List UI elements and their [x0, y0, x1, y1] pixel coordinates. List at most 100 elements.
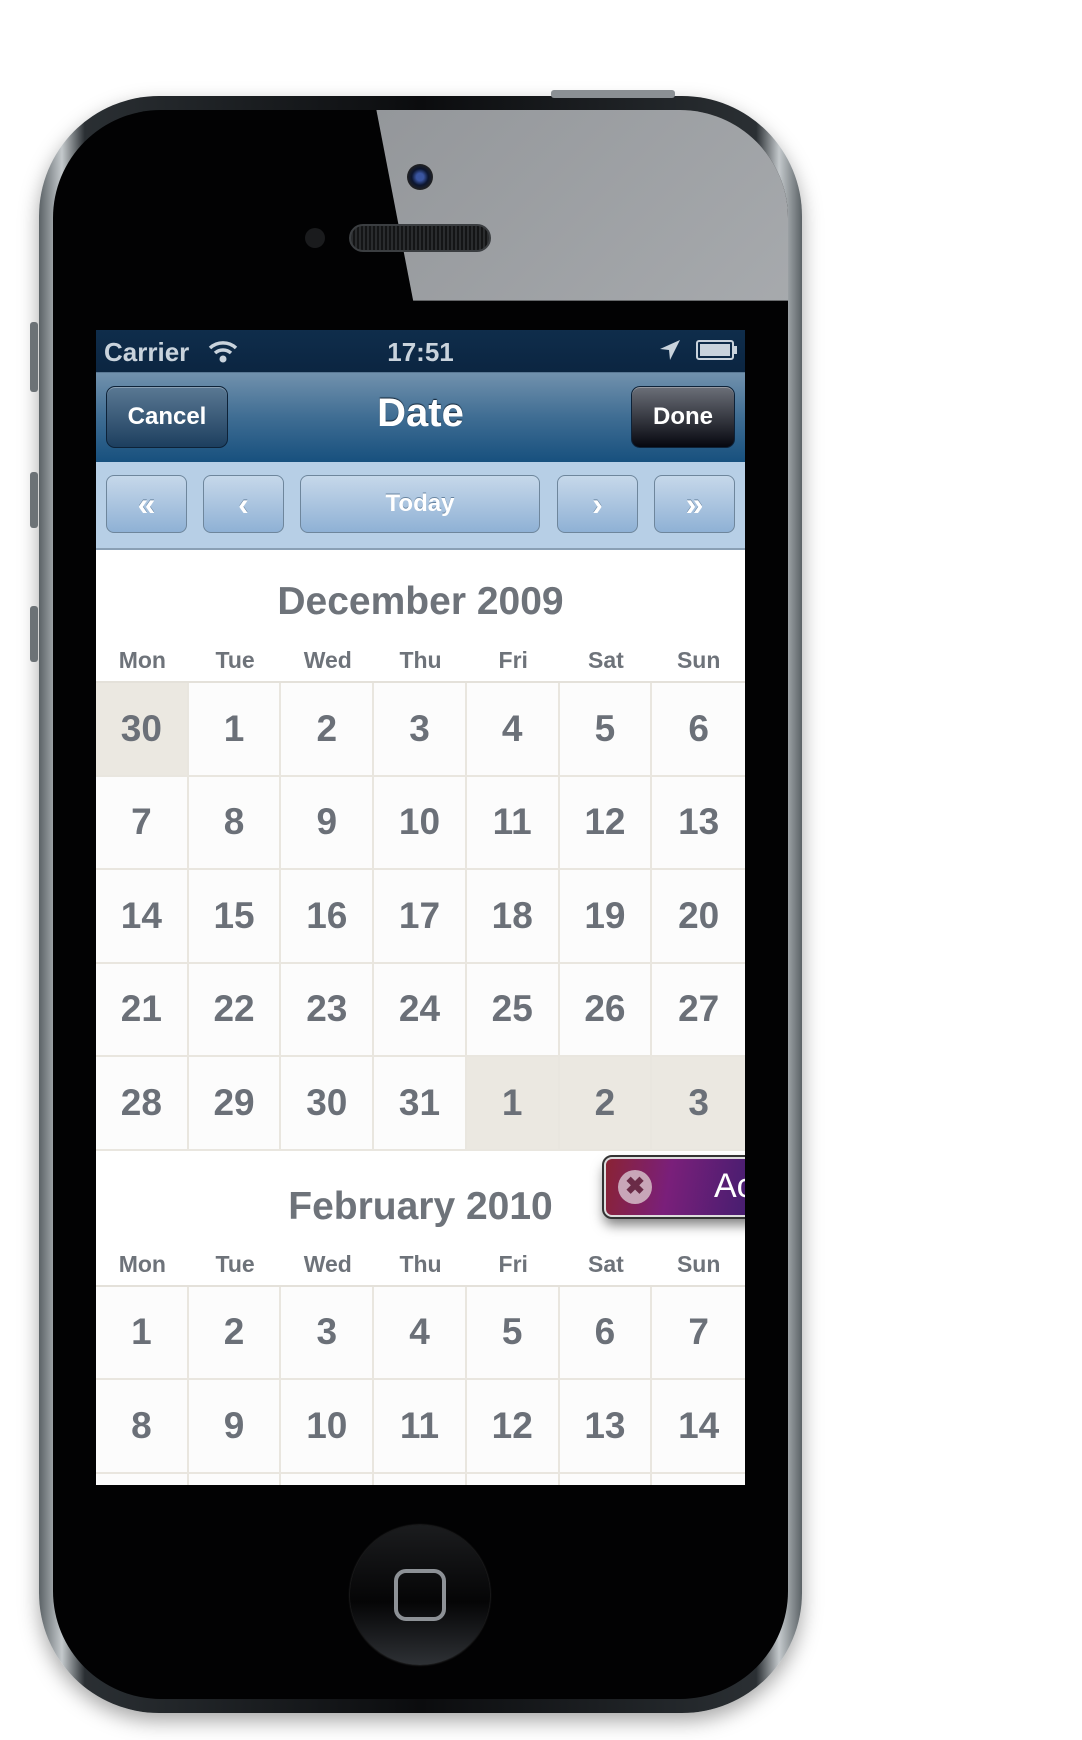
day-cell[interactable]: 1 — [96, 1286, 189, 1380]
weekday-label: Tue — [215, 647, 255, 673]
day-cell[interactable]: 3 — [281, 1286, 375, 1380]
mute-switch — [30, 322, 38, 392]
day-cell[interactable] — [374, 1473, 467, 1485]
weekday-label: Sat — [588, 647, 624, 673]
weekday-label: Mon — [118, 647, 166, 673]
weekday-label: Mon — [118, 1250, 166, 1277]
day-cell[interactable]: 14 — [96, 870, 189, 964]
day-cell[interactable]: 12 — [466, 1380, 560, 1474]
weekday-label: Wed — [303, 647, 352, 673]
day-cell[interactable] — [559, 1473, 653, 1485]
sleep-button — [551, 90, 675, 98]
day-cell[interactable]: 6 — [652, 683, 745, 777]
weekday-label: Thu — [399, 647, 442, 673]
status-bar: Carrier 17:51 — [96, 330, 745, 372]
weekday-label: Fri — [498, 1250, 528, 1277]
weekday-label: Tue — [215, 1250, 255, 1277]
day-cell[interactable]: 15 — [188, 870, 282, 964]
day-cell[interactable]: 9 — [281, 776, 375, 870]
day-cell-other-month[interactable]: 1 — [466, 1057, 560, 1151]
day-cell[interactable]: 12 — [559, 776, 653, 870]
toast-notification[interactable]: ✖ Ac — [602, 1155, 745, 1219]
day-cell[interactable]: 31 — [374, 1057, 467, 1151]
day-cell[interactable]: 13 — [559, 1380, 653, 1474]
day-cell[interactable]: 16 — [281, 870, 375, 964]
next-year-button[interactable]: » — [654, 475, 735, 533]
previous-year-button[interactable]: « — [106, 475, 187, 533]
day-cell[interactable] — [96, 1473, 189, 1485]
weekday-header: Mon Tue Wed Thu Fri Sat Sun — [96, 1247, 745, 1287]
day-cell[interactable]: 13 — [652, 776, 745, 870]
day-grid: 30 1 2 3 4 5 6 7 8 9 10 11 12 13 14 15 16 17 18 19 20 21 22 23 2… — [96, 683, 745, 1151]
day-cell[interactable]: 4 — [466, 683, 560, 777]
day-cell[interactable] — [466, 1473, 560, 1485]
day-cell[interactable]: 26 — [559, 963, 653, 1057]
screen: Carrier 17:51 Cancel Date Done « ‹ Today… — [96, 330, 745, 1485]
day-cell[interactable]: 5 — [559, 683, 653, 777]
day-cell[interactable] — [188, 1473, 282, 1485]
day-cell[interactable]: 17 — [374, 870, 467, 964]
day-cell[interactable] — [281, 1473, 375, 1485]
day-cell[interactable]: 2 — [281, 683, 375, 777]
location-arrow-icon — [660, 340, 680, 360]
day-cell[interactable]: 8 — [188, 776, 282, 870]
camera-icon — [407, 164, 433, 190]
day-cell[interactable]: 24 — [374, 963, 467, 1057]
day-cell[interactable]: 28 — [96, 1057, 189, 1151]
day-cell[interactable]: 30 — [281, 1057, 375, 1151]
battery-icon — [696, 340, 737, 360]
sensor — [305, 228, 325, 248]
day-cell[interactable]: 14 — [652, 1380, 745, 1474]
done-button[interactable]: Done — [631, 386, 735, 448]
day-cell[interactable]: 8 — [96, 1380, 189, 1474]
toast-text: Ac — [714, 1167, 745, 1205]
day-cell[interactable]: 21 — [96, 963, 189, 1057]
day-cell[interactable] — [652, 1473, 745, 1485]
day-cell[interactable]: 10 — [281, 1380, 375, 1474]
day-cell[interactable]: 27 — [652, 963, 745, 1057]
close-icon[interactable]: ✖ — [618, 1170, 652, 1204]
day-cell[interactable]: 7 — [652, 1286, 745, 1380]
weekday-label: Sun — [676, 647, 721, 673]
day-cell[interactable]: 11 — [374, 1380, 467, 1474]
home-square-icon — [394, 1569, 446, 1621]
volume-up-button — [30, 472, 38, 528]
day-cell[interactable]: 23 — [281, 963, 375, 1057]
weekday-label: Wed — [303, 1250, 352, 1277]
weekday-label: Thu — [399, 1250, 442, 1277]
day-cell[interactable]: 22 — [188, 963, 282, 1057]
day-cell[interactable]: 4 — [374, 1286, 467, 1380]
day-cell[interactable]: 10 — [374, 776, 467, 870]
speaker-grille — [349, 224, 491, 252]
home-button[interactable] — [350, 1525, 490, 1665]
day-cell[interactable]: 25 — [466, 963, 560, 1057]
day-cell-other-month[interactable]: 3 — [652, 1057, 745, 1151]
day-cell[interactable]: 19 — [559, 870, 653, 964]
calendar-toolbar: « ‹ Today › » — [96, 462, 745, 550]
month-title: December 2009 — [277, 580, 564, 623]
weekday-label: Sun — [676, 1250, 721, 1277]
calendar-list[interactable]: December 2009 Mon Tue Wed Thu Fri Sat Sun 30 1 2 3 4… — [96, 550, 745, 1485]
day-cell[interactable]: 9 — [188, 1380, 282, 1474]
day-grid: 1 2 3 4 5 6 7 8 9 10 11 12 13 14 — [96, 1286, 745, 1485]
day-cell[interactable]: 1 — [188, 683, 282, 777]
day-cell-other-month[interactable]: 30 — [96, 683, 189, 777]
day-cell[interactable]: 18 — [466, 870, 560, 964]
day-cell[interactable]: 11 — [466, 776, 560, 870]
previous-month-button[interactable]: ‹ — [203, 475, 284, 533]
day-cell-other-month[interactable]: 2 — [559, 1057, 653, 1151]
day-cell[interactable]: 5 — [466, 1286, 560, 1380]
today-button[interactable]: Today — [300, 475, 540, 533]
weekday-header: Mon Tue Wed Thu Fri Sat Sun — [96, 643, 745, 683]
day-cell[interactable]: 29 — [188, 1057, 282, 1151]
day-cell[interactable]: 3 — [374, 683, 467, 777]
volume-down-button — [30, 606, 38, 662]
navigation-bar: Cancel Date Done — [96, 372, 745, 462]
next-month-button[interactable]: › — [557, 475, 638, 533]
day-cell[interactable]: 20 — [652, 870, 745, 964]
day-cell[interactable]: 6 — [559, 1286, 653, 1380]
day-cell[interactable]: 7 — [96, 776, 189, 870]
weekday-label: Fri — [498, 647, 528, 673]
day-cell[interactable]: 2 — [188, 1286, 282, 1380]
clock: 17:51 — [387, 337, 454, 367]
